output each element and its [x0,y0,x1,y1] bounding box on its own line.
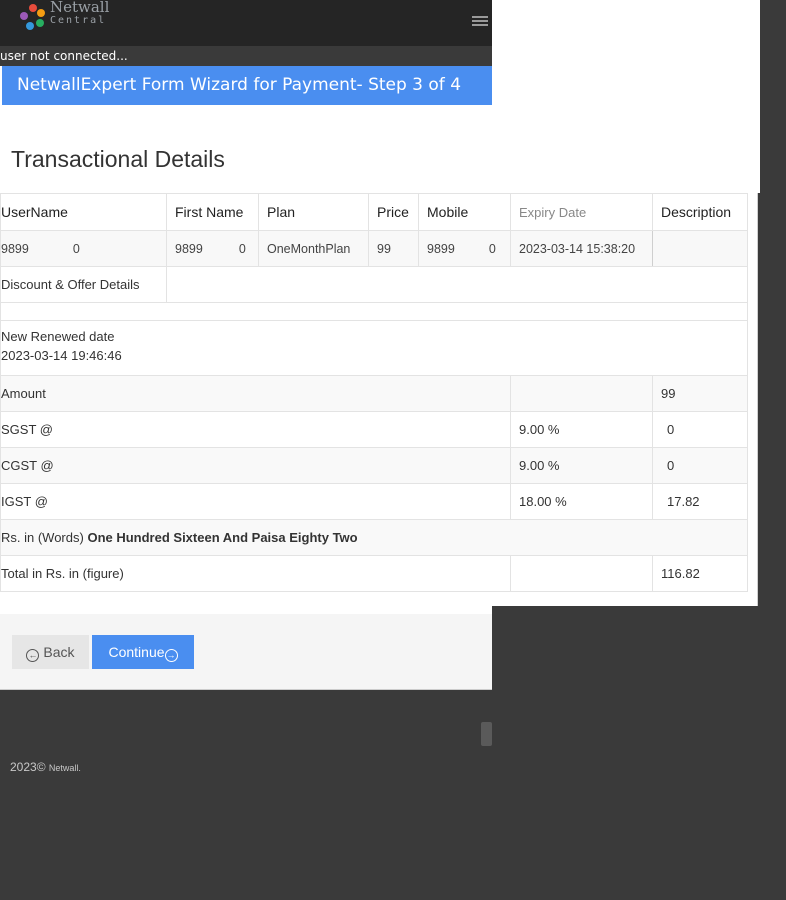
sgst-value: 0 [651,411,749,448]
continue-button[interactable]: Continue → [92,635,194,669]
igst-label: IGST @ [0,483,511,520]
wizard-actions: ← Back Continue → [0,614,492,690]
col-header-price: Price [368,193,419,231]
words-row: Rs. in (Words) One Hundred Sixteen And P… [0,519,749,556]
brand-logo-text: Netwall Central [50,0,109,26]
cgst-label: CGST @ [0,447,511,484]
discount-value [165,266,749,303]
col-header-expiry-date: Expiry Date [510,193,653,231]
sgst-rate: 9.00 % [510,411,653,448]
cell-expiry-date: 2023-03-14 15:38:20 [510,230,653,267]
renew-label: New Renewed date [1,329,115,344]
top-bar: Netwall Central [0,0,492,46]
continue-label: Continue [108,644,165,660]
footer-brand: Netwall. [48,763,81,773]
payment-summary-table: Discount & Offer Details New Renewed dat… [0,266,749,592]
cgst-row: CGST @ 9.00 % 0 [0,447,749,484]
col-header-description: Description [652,193,748,231]
scrollbar-thumb[interactable] [481,722,492,746]
transaction-table: UserName First Name Plan Price Mobile Ex… [0,193,748,267]
amount-in-words: Rs. in (Words) One Hundred Sixteen And P… [0,519,749,556]
igst-rate: 18.00 % [510,483,653,520]
table-row: 9899 0 9899 0 OneMonthPlan 99 9899 0 2023-0… [0,230,748,267]
table-header-row: UserName First Name Plan Price Mobile Ex… [0,193,748,231]
col-header-first-name: First Name [166,193,259,231]
back-label: Back [43,644,75,660]
cell-description [652,230,748,267]
hamburger-menu-icon[interactable] [472,16,488,28]
total-row: Total in Rs. in (figure) 116.82 [0,555,749,592]
section-title: Transactional Details [11,146,225,172]
cgst-value: 0 [651,447,749,484]
cell-mobile: 9899 0 [418,230,511,267]
footer-copyright: 2023© Netwall. [10,760,81,774]
col-header-username: UserName [0,193,167,231]
back-button[interactable]: ← Back [12,635,89,669]
col-header-plan: Plan [258,193,369,231]
amount-row: Amount 99 [0,375,749,412]
netwall-logo-icon [20,4,45,30]
content-panel-right [492,0,760,193]
igst-value: 17.82 [651,483,749,520]
words-value: One Hundred Sixteen And Paisa Eighty Two [87,530,358,545]
discount-label: Discount & Offer Details [0,266,167,303]
renew-date: 2023-03-14 19:46:46 [1,348,122,363]
spacer-row [0,302,749,321]
sgst-label: SGST @ [0,411,511,448]
connection-status: user not connected... [0,46,492,66]
wizard-header: NetwallExpert Form Wizard for Payment- S… [2,66,492,105]
cell-first-name: 9899 0 [166,230,259,267]
cell-plan: OneMonthPlan [258,230,369,267]
igst-row: IGST @ 18.00 % 17.82 [0,483,749,520]
discount-row: Discount & Offer Details [0,266,749,303]
cell-username: 9899 0 [0,230,167,267]
sgst-row: SGST @ 9.00 % 0 [0,411,749,448]
arrow-right-circle-icon: → [164,649,178,662]
renew-cell: New Renewed date 2023-03-14 19:46:46 [0,320,749,376]
total-label: Total in Rs. in (figure) [0,555,511,592]
amount-value: 99 [651,375,749,412]
brand-name-line1: Netwall [50,0,110,16]
brand-name-line2: Central [50,15,107,26]
col-header-mobile: Mobile [418,193,511,231]
words-label: Rs. in (Words) [1,530,84,545]
renew-row: New Renewed date 2023-03-14 19:46:46 [0,320,749,376]
total-value: 116.82 [651,555,749,592]
footer-year: 2023© [10,760,46,774]
cell-price: 99 [368,230,419,267]
arrow-left-circle-icon: ← [26,649,40,662]
amount-label: Amount [0,375,511,412]
cgst-rate: 9.00 % [510,447,653,484]
